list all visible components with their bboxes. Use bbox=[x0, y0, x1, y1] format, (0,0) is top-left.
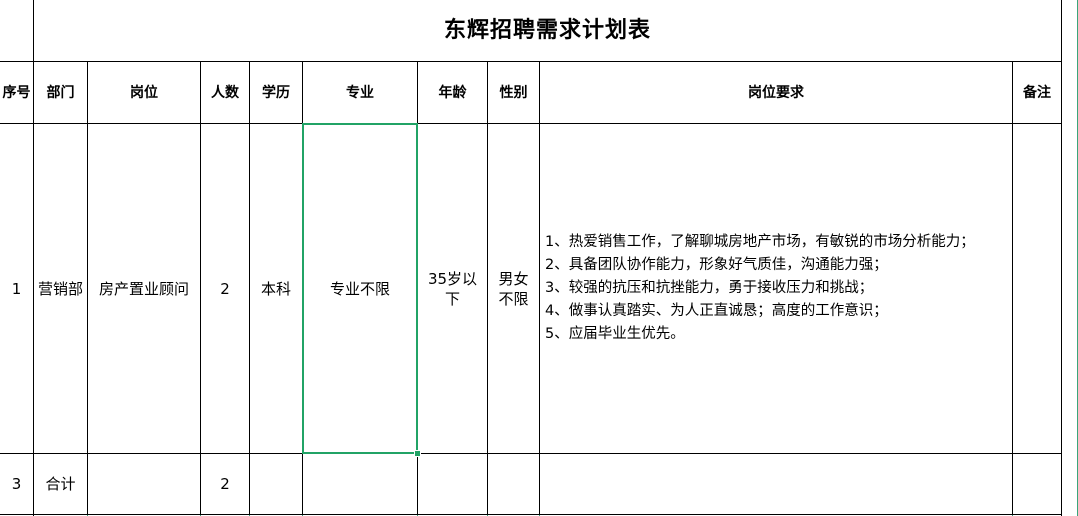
total-education[interactable] bbox=[250, 454, 302, 514]
table-border bbox=[0, 514, 1062, 515]
row1-count[interactable]: 2 bbox=[201, 124, 249, 453]
requirement-item: 1、热爱销售工作，了解聊城房地产市场，有敏锐的市场分析能力； bbox=[545, 234, 975, 250]
row1-department[interactable]: 营销部 bbox=[34, 124, 87, 453]
row1-education[interactable]: 本科 bbox=[250, 124, 302, 453]
row1-index[interactable]: 1 bbox=[0, 124, 33, 453]
total-gender[interactable] bbox=[488, 454, 539, 514]
sheet-title[interactable]: 东辉招聘需求计划表 bbox=[34, 0, 1061, 61]
total-position[interactable] bbox=[88, 454, 200, 514]
row1-remark[interactable] bbox=[1013, 124, 1061, 453]
row1-age[interactable]: 35岁以下 bbox=[418, 124, 487, 453]
header-index[interactable]: 序号 bbox=[0, 62, 33, 123]
row1-requirements[interactable]: 1、热爱销售工作，了解聊城房地产市场，有敏锐的市场分析能力； 2、具备团队协作能… bbox=[540, 124, 1012, 453]
spreadsheet-grid: 东辉招聘需求计划表 序号 部门 岗位 人数 学历 专业 年龄 性别 岗位要求 备… bbox=[0, 0, 1078, 516]
header-gender[interactable]: 性别 bbox=[488, 62, 539, 123]
requirement-item: 5、应届毕业生优先。 bbox=[545, 326, 685, 342]
table-border bbox=[1061, 0, 1062, 516]
total-index[interactable]: 3 bbox=[0, 454, 33, 514]
header-count[interactable]: 人数 bbox=[201, 62, 249, 123]
total-count[interactable]: 2 bbox=[201, 454, 249, 514]
header-position[interactable]: 岗位 bbox=[88, 62, 200, 123]
header-remark[interactable]: 备注 bbox=[1013, 62, 1061, 123]
header-requirements[interactable]: 岗位要求 bbox=[540, 62, 1012, 123]
header-major[interactable]: 专业 bbox=[303, 62, 417, 123]
requirements-list: 1、热爱销售工作，了解聊城房地产市场，有敏锐的市场分析能力； 2、具备团队协作能… bbox=[545, 231, 975, 346]
requirement-item: 3、较强的抗压和抗挫能力，勇于接收压力和挑战； bbox=[545, 280, 874, 296]
header-age[interactable]: 年龄 bbox=[418, 62, 487, 123]
requirement-item: 2、具备团队协作能力，形象好气质佳，沟通能力强； bbox=[545, 257, 888, 273]
header-department[interactable]: 部门 bbox=[34, 62, 87, 123]
fill-handle[interactable] bbox=[414, 450, 421, 457]
total-requirements[interactable] bbox=[540, 454, 1012, 514]
header-education[interactable]: 学历 bbox=[250, 62, 302, 123]
row1-gender[interactable]: 男女不限 bbox=[488, 124, 539, 453]
total-age[interactable] bbox=[418, 454, 487, 514]
total-major[interactable] bbox=[303, 454, 417, 514]
row1-position[interactable]: 房产置业顾问 bbox=[88, 124, 200, 453]
total-remark[interactable] bbox=[1013, 454, 1061, 514]
total-label[interactable]: 合计 bbox=[34, 454, 87, 514]
selected-cell-border bbox=[302, 123, 418, 454]
requirement-item: 4、做事认真踏实、为人正直诚恳；高度的工作意识； bbox=[545, 303, 888, 319]
